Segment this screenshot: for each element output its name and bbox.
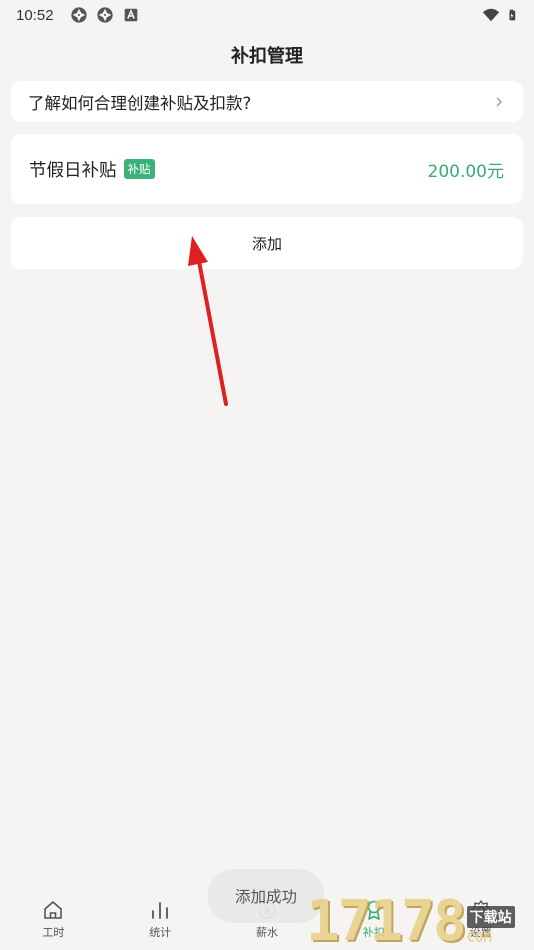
nav-item-stats[interactable]: 统计 [107,890,214,950]
aperture-icon [70,7,87,23]
chevron-right-icon [496,97,502,106]
item-name: 节假日补贴 [29,160,117,181]
bar-chart-icon [152,902,169,919]
page-title: 补扣管理 [231,46,303,67]
status-time: 10:52 [16,6,54,24]
watermark-digits: 17178 [306,889,467,950]
nav-item-hours[interactable]: 工时 [0,890,107,950]
nav-label: 薪水 [255,926,278,939]
watermark-bottom-text: COM [466,930,492,946]
wifi-icon [482,8,500,22]
nav-label: 统计 [149,926,172,939]
watermark-side: 下载站 COM [466,906,515,946]
home-icon [44,901,63,919]
nav-label: 工时 [42,926,65,939]
help-link-card[interactable]: 了解如何合理创建补贴及扣款? [11,81,523,122]
battery-charging-icon [509,9,516,21]
status-icons-right [482,6,520,24]
app-screen: 10:52 补扣管理 了解如何合理创建补贴及扣款? 节假日补贴 补贴 200.0… [0,0,534,950]
item-amount: 200.00元 [427,161,504,182]
add-button-label: 添加 [251,234,282,253]
aperture-icon [96,7,113,23]
add-button[interactable]: 添加 [11,217,523,269]
status-bar: 10:52 [0,0,534,30]
toast-text: 添加成功 [234,888,297,906]
watermark-top-text: 下载站 [466,906,515,928]
notification-a-icon [124,8,137,22]
site-watermark: 17178 下载站 COM [306,886,534,950]
item-type-badge: 补贴 [123,159,155,179]
list-item[interactable]: 节假日补贴 补贴 200.00元 [11,134,523,204]
status-icons-left [70,6,140,24]
help-link-text: 了解如何合理创建补贴及扣款? [28,93,252,113]
